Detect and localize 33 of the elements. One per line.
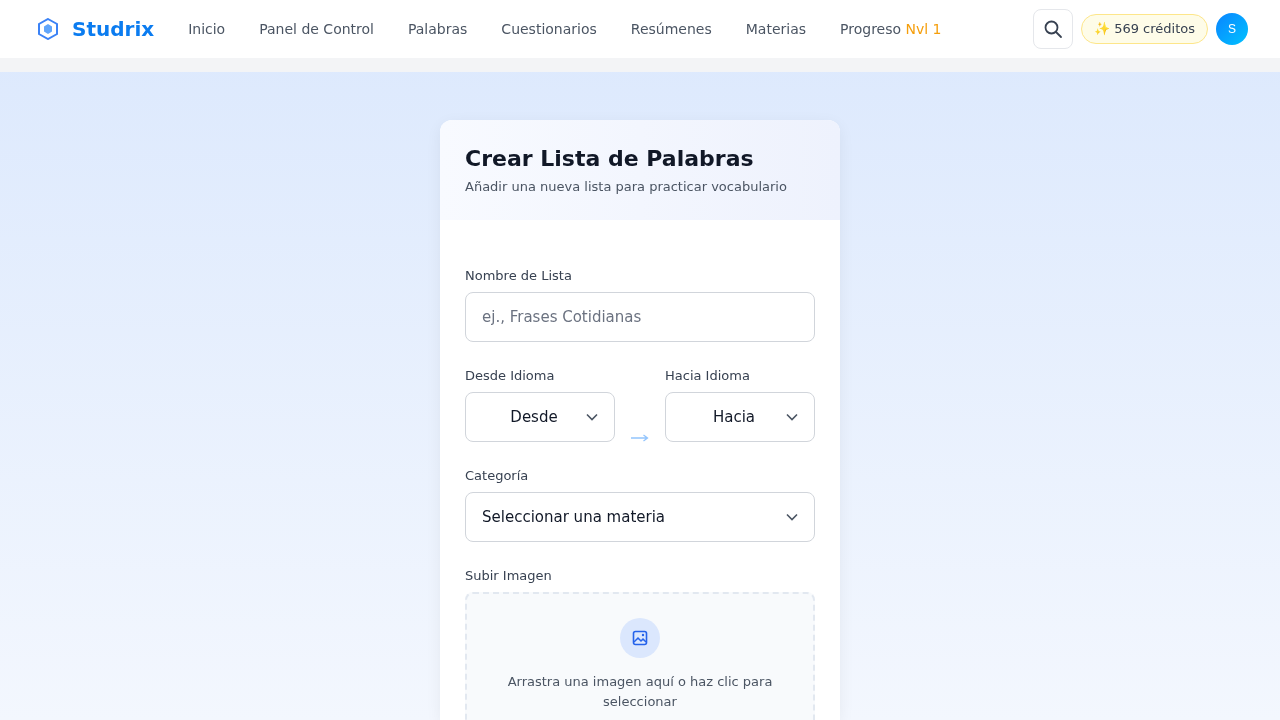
nav-link[interactable]: Palabras (407, 20, 468, 37)
form-subtitle: Añadir una nueva lista para practicar vocabulario (465, 179, 788, 194)
search-icon (1043, 18, 1064, 39)
chevron-down-icon (786, 413, 798, 421)
hexagon-logo-icon (38, 17, 58, 40)
nav-link[interactable]: Inicio (188, 20, 226, 37)
level-label: Nvl 1 (905, 20, 942, 37)
credits-badge[interactable]: ✨ 569 créditos (1081, 13, 1208, 44)
search-button[interactable] (1033, 8, 1074, 49)
dropzone-hint: Arrastra una imagen aquí o haz clic para seleccionar (506, 673, 774, 711)
nav-link[interactable]: Resúmenes (630, 20, 712, 37)
form-title: Crear Lista de Palabras (465, 146, 755, 171)
field-label: Subir Imagen (465, 568, 553, 583)
brand-name[interactable]: Studrix (72, 16, 155, 41)
category-select[interactable]: Seleccionar una materia (465, 492, 815, 542)
nav-link[interactable]: Panel de Control (259, 20, 374, 37)
image-icon (620, 618, 660, 658)
chevron-down-icon (786, 513, 798, 521)
image-dropzone[interactable]: Arrastra una imagen aquí o haz clic para seleccionar (465, 592, 815, 720)
nav-link[interactable]: Cuestionarios (501, 20, 597, 37)
field-label: Nombre de Lista (465, 268, 573, 283)
chevron-down-icon (586, 413, 598, 421)
arrow-right-icon (631, 434, 649, 442)
field-label: Desde Idioma (465, 368, 556, 383)
field-label: Categoría (465, 468, 530, 483)
credits-count: 569 créditos (1114, 21, 1195, 37)
from-language-select[interactable]: Desde (465, 392, 615, 442)
to-language-select[interactable]: Hacia (665, 392, 815, 442)
nav-link[interactable]: Materias (745, 20, 807, 37)
list-name-field[interactable]: ej., Frases Cotidianas (465, 292, 815, 342)
nav-link-label: Progreso (840, 20, 902, 37)
sparkles-icon: ✨ (1094, 21, 1111, 37)
field-label: Hacia Idioma (665, 368, 751, 383)
